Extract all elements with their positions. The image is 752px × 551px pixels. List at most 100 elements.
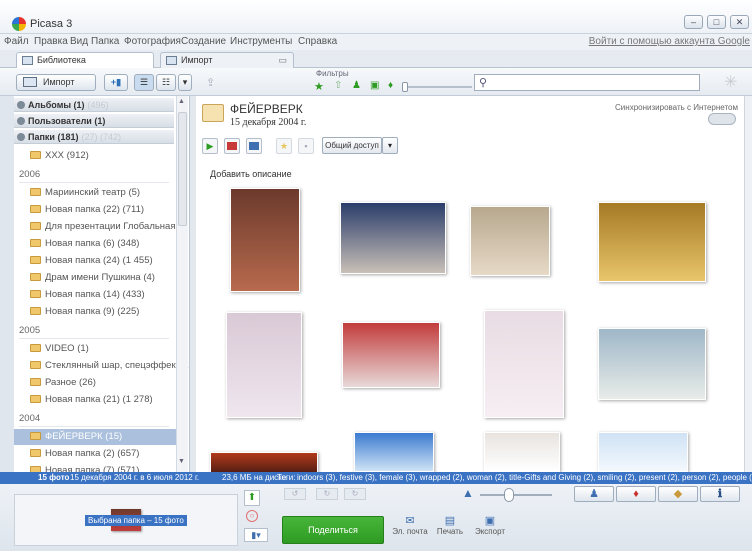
person-filter-icon[interactable]: ♟ <box>352 80 361 91</box>
photo-thumbnail-wedding-rings[interactable] <box>598 202 706 282</box>
rotate-left-button[interactable]: ↺ <box>284 488 306 500</box>
album-date[interactable]: 15 декабря 2004 г. <box>230 117 306 128</box>
maximize-button[interactable]: □ <box>707 15 726 29</box>
share-dropdown-button[interactable]: Общий доступ <box>322 137 382 154</box>
print-button[interactable]: ▤ Печать <box>432 514 468 546</box>
places-panel-button[interactable]: ♦ <box>616 486 656 502</box>
photo-thumbnail-snowy-landscape-partial[interactable] <box>598 432 688 472</box>
menu-view[interactable]: Вид <box>70 36 88 47</box>
geo-filter-icon[interactable]: ▣ <box>370 80 379 91</box>
people-panel-button[interactable]: ♟ <box>574 486 614 502</box>
date-filter-slider[interactable] <box>402 86 472 88</box>
section-albums[interactable]: Альбомы (1) (496) <box>14 98 174 112</box>
movie-button[interactable] <box>246 138 262 154</box>
star-button[interactable]: ★ <box>276 138 292 154</box>
zoom-slider-handle[interactable] <box>504 488 514 502</box>
folder-item[interactable]: Мариинский театр (5) <box>30 185 140 201</box>
folder-item[interactable]: Новая папка (21) (1 278) <box>30 392 153 408</box>
folder-item[interactable]: Новая папка (22) (711) <box>30 202 144 218</box>
folder-item[interactable]: VIDEO (1) <box>30 341 89 357</box>
info-icon: ℹ <box>717 488 723 500</box>
photo-thumbnail-fireworks-partial[interactable] <box>210 452 318 472</box>
folder-label: Новая папка (14) (433) <box>45 289 145 300</box>
search-input[interactable]: ⚲ <box>474 74 700 91</box>
menu-folder[interactable]: Папка <box>91 36 119 47</box>
photo-thumbnail-christmas-dessert[interactable] <box>342 322 440 388</box>
view-dropdown-button[interactable]: ▾ <box>178 74 192 91</box>
export-button[interactable]: ▣ Экспорт <box>472 514 508 546</box>
clear-tray-icon[interactable]: ○ <box>246 510 258 522</box>
add-description-link[interactable]: Добавить описание <box>210 169 292 179</box>
tab-library[interactable]: Библиотека <box>16 52 154 68</box>
folder-item[interactable]: Новая папка (24) (1 455) <box>30 253 153 269</box>
scroll-down-icon[interactable]: ▼ <box>178 458 187 467</box>
photo-thumbnail-girl-with-gift[interactable] <box>230 188 300 292</box>
folder-item[interactable]: Новая папка (9) (225) <box>30 304 139 320</box>
photo-thumbnail-birthday-cake-party[interactable] <box>340 202 446 274</box>
menu-tools[interactable]: Инструменты <box>230 36 292 47</box>
close-button[interactable]: ✕ <box>730 15 749 29</box>
star-filter-icon[interactable]: ★ <box>314 80 324 93</box>
view-list-button[interactable]: ☰ <box>134 74 154 91</box>
folder-item[interactable]: XXX (912) <box>30 148 89 164</box>
folder-item[interactable]: Разное (26) <box>30 375 96 391</box>
menu-photo[interactable]: Фотография <box>124 36 181 47</box>
menu-edit[interactable]: Правка <box>34 36 68 47</box>
scroll-up-icon[interactable]: ▲ <box>178 98 187 107</box>
add-to-album-button[interactable]: +▮ <box>104 74 128 91</box>
tray-selected-label: Выбрана папка – 15 фото <box>85 515 187 526</box>
share-button[interactable]: Поделиться <box>282 516 384 544</box>
view-tree-button[interactable]: ☷ <box>156 74 176 91</box>
close-tab-icon[interactable]: ▭ <box>278 53 287 67</box>
folder-item[interactable]: Для презентации Глобальная ... <box>30 219 186 235</box>
photo-thumbnail-wedding-couple-beach[interactable] <box>598 328 706 400</box>
zoom-slider[interactable] <box>480 494 552 496</box>
folder-icon <box>30 307 41 315</box>
save-button[interactable]: ▪ <box>298 138 314 154</box>
sign-in-link[interactable]: Войти с помощью аккаунта Google <box>589 36 750 47</box>
expand-toggle-icon[interactable] <box>17 133 25 141</box>
sidebar-scroll-thumb[interactable] <box>178 112 187 226</box>
sync-toggle[interactable] <box>708 113 736 125</box>
folder-item[interactable]: ФЕЙЕРВЕРК (15) <box>14 429 176 445</box>
add-to-album-dropdown[interactable]: ▮▾ <box>244 528 268 542</box>
share-chevron-icon[interactable]: ▾ <box>382 137 398 154</box>
collage-button[interactable] <box>224 138 240 154</box>
section-people[interactable]: Пользователи (1) <box>14 114 174 128</box>
main-scrollbar[interactable] <box>744 96 752 472</box>
folder-item[interactable]: Драм имени Пушкина (4) <box>30 270 155 286</box>
folder-item[interactable]: Стеклянный шар, спецэффект ... <box>30 358 189 374</box>
folder-icon <box>30 222 41 230</box>
folder-item[interactable]: Новая папка (2) (657) <box>30 446 139 462</box>
pin-filter-icon[interactable]: ♦ <box>388 80 393 91</box>
photo-thumbnail-white-christmas-tree[interactable] <box>226 312 302 418</box>
photo-thumbnail-winter-scene-partial[interactable] <box>354 432 434 472</box>
hold-button[interactable]: ⬆ <box>244 490 260 506</box>
movie-filter-icon[interactable]: ⇧ <box>334 80 342 91</box>
section-folders[interactable]: Папки (181) (27) (742) <box>14 130 174 144</box>
email-button[interactable]: ✉ Эл. почта <box>392 514 428 546</box>
menu-create[interactable]: Создание <box>181 36 226 47</box>
folder-label: Новая папка (2) (657) <box>45 448 140 459</box>
info-panel-button[interactable]: ℹ <box>700 486 740 502</box>
import-button[interactable]: Импорт <box>16 74 96 91</box>
sidebar-scrollbar[interactable]: ▲ ▼ <box>176 96 188 472</box>
minimize-button[interactable]: – <box>684 15 703 29</box>
expand-toggle-icon[interactable] <box>17 117 25 125</box>
photo-thumbnail-champagne-toast[interactable] <box>470 206 550 276</box>
folder-item[interactable]: Новая папка (6) (348) <box>30 236 139 252</box>
upload-icon[interactable]: ⇪ <box>206 76 215 89</box>
play-slideshow-button[interactable]: ▶ <box>202 138 218 154</box>
rotate-ccw-button[interactable]: ↻ <box>344 488 366 500</box>
rotate-right-button[interactable]: ↻ <box>316 488 338 500</box>
folder-item[interactable]: Новая папка (14) (433) <box>30 287 145 303</box>
tab-import[interactable]: Импорт ▭ <box>160 52 294 68</box>
date-filter-handle[interactable] <box>402 82 408 92</box>
expand-toggle-icon[interactable] <box>17 101 25 109</box>
tags-panel-button[interactable]: ◆ <box>658 486 698 502</box>
menu-help[interactable]: Справка <box>298 36 337 47</box>
folder-item[interactable]: Новая папка (7) (571) <box>30 463 139 472</box>
menu-file[interactable]: Файл <box>4 36 29 47</box>
photo-thumbnail-woman-with-child-partial[interactable] <box>484 432 560 472</box>
photo-thumbnail-red-roses-glasses[interactable] <box>484 310 564 418</box>
